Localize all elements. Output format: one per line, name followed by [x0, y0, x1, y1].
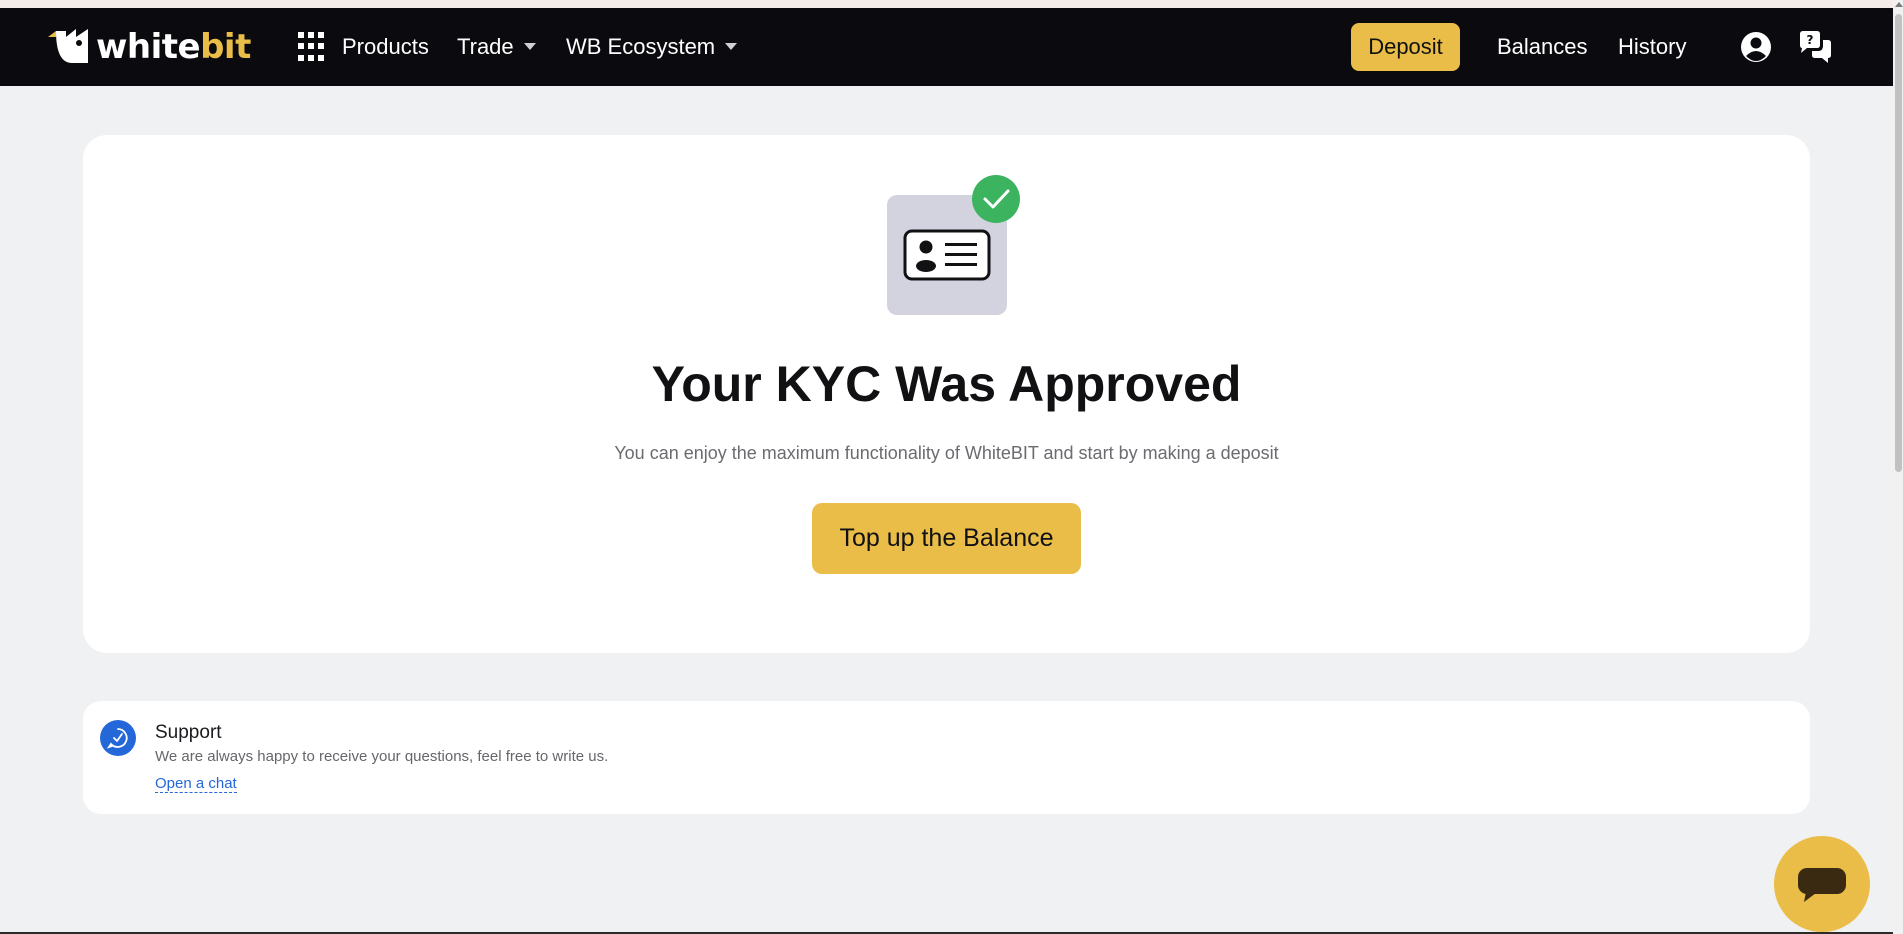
- help-chat-icon[interactable]: ?: [1797, 30, 1831, 64]
- nav-trade[interactable]: Trade: [457, 8, 536, 86]
- browser-top-strip: [0, 0, 1893, 8]
- top-up-balance-label: Top up the Balance: [839, 524, 1054, 552]
- support-card: Support We are always happy to receive y…: [83, 701, 1810, 814]
- nav-trade-label: Trade: [457, 34, 514, 59]
- open-chat-link[interactable]: Open a chat: [155, 775, 237, 793]
- scrollbar-thumb[interactable]: [1895, 14, 1902, 472]
- kyc-illustration: [887, 175, 1027, 315]
- top-navbar: whitebit Products Trade WB Ecosystem Dep…: [0, 8, 1893, 86]
- whitebit-logo-icon: [48, 29, 88, 63]
- grid-icon[interactable]: [298, 32, 328, 62]
- nav-balances[interactable]: Balances: [1497, 8, 1588, 86]
- chevron-down-icon: [523, 42, 536, 50]
- svg-text:?: ?: [1807, 33, 1814, 47]
- chevron-down-icon: [725, 42, 738, 50]
- nav-history-label: History: [1618, 34, 1687, 59]
- support-description: We are always happy to receive your ques…: [155, 748, 609, 765]
- kyc-title: Your KYC Was Approved: [651, 356, 1242, 412]
- nav-wb-ecosystem[interactable]: WB Ecosystem: [566, 8, 738, 86]
- support-title: Support: [155, 722, 222, 743]
- logo-wordmark: whitebit: [96, 27, 251, 67]
- chat-bubble-icon: [1798, 868, 1846, 902]
- scroll-up-arrow-icon[interactable]: [1895, 2, 1903, 7]
- profile-icon[interactable]: [1739, 30, 1773, 64]
- check-badge-icon: [972, 175, 1020, 223]
- top-up-balance-button[interactable]: Top up the Balance: [812, 503, 1081, 574]
- kyc-approved-card: Your KYC Was Approved You can enjoy the …: [83, 135, 1810, 653]
- chat-widget-button[interactable]: [1774, 836, 1870, 932]
- kyc-description: You can enjoy the maximum functionality …: [614, 443, 1279, 463]
- support-chat-icon: [100, 720, 136, 756]
- deposit-button[interactable]: Deposit: [1351, 23, 1460, 71]
- nav-wb-ecosystem-label: WB Ecosystem: [566, 34, 716, 59]
- whitebit-logo[interactable]: whitebit: [46, 26, 251, 68]
- nav-balances-label: Balances: [1497, 34, 1588, 59]
- nav-products[interactable]: Products: [342, 8, 429, 86]
- nav-products-label: Products: [342, 34, 429, 59]
- nav-history[interactable]: History: [1618, 8, 1686, 86]
- deposit-button-label: Deposit: [1368, 34, 1443, 59]
